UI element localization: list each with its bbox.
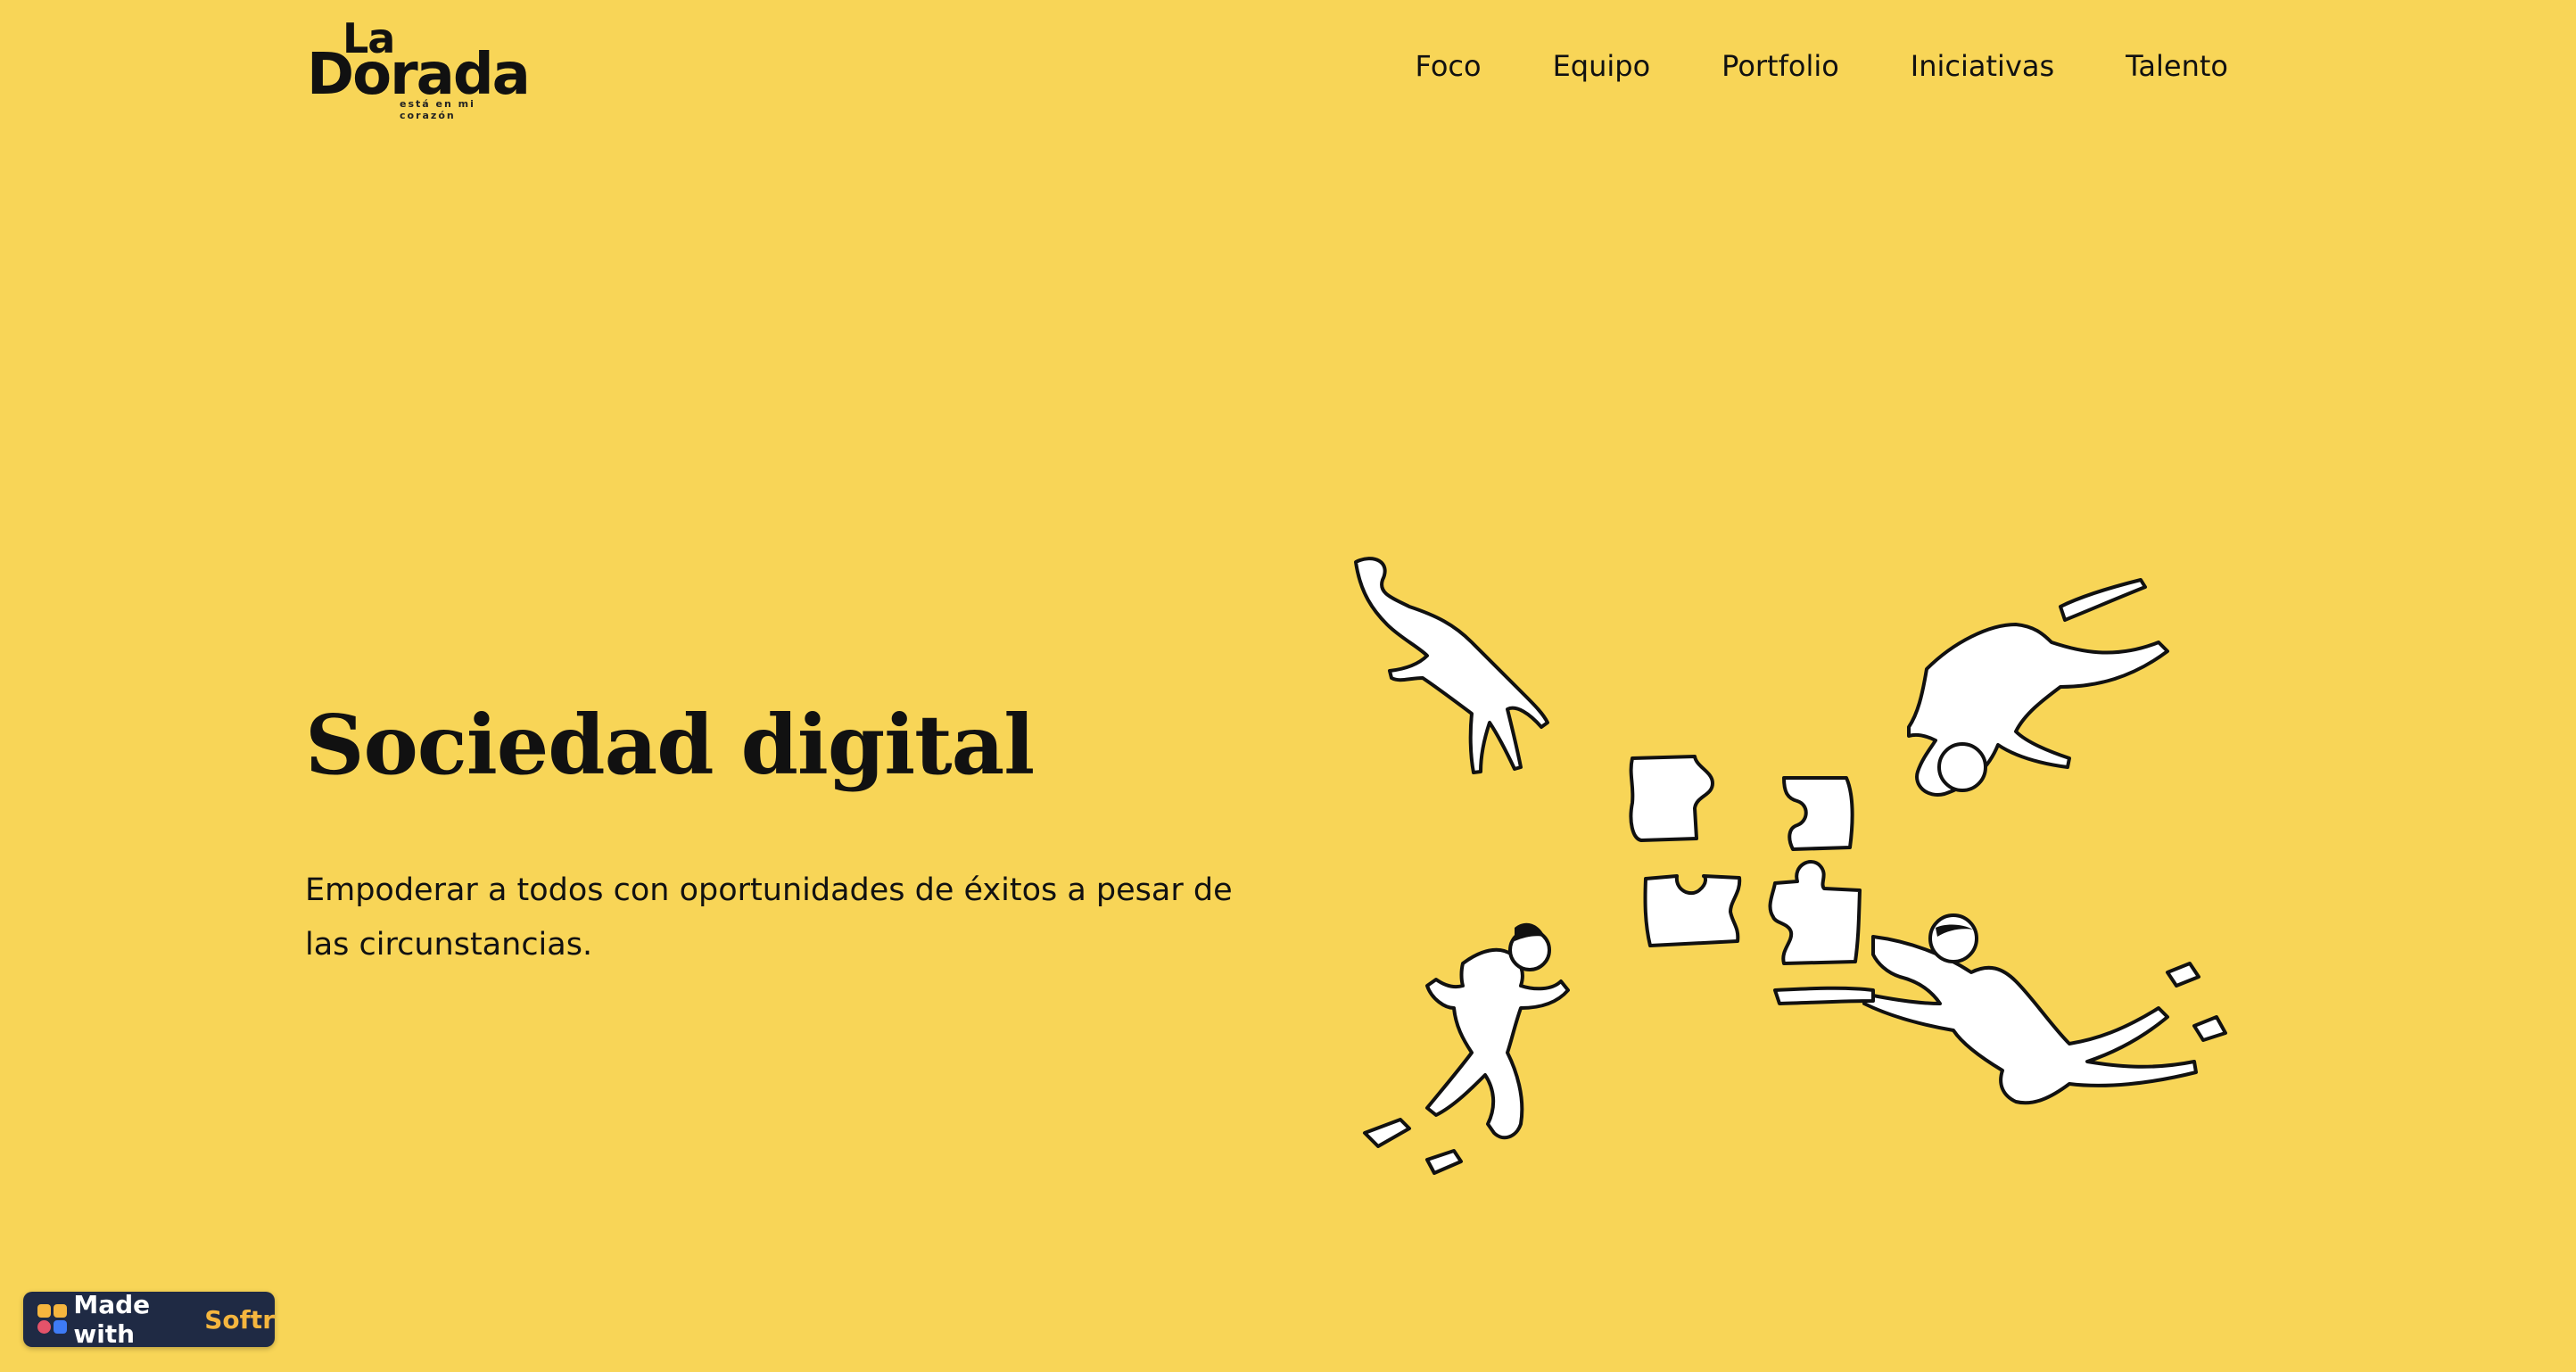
puzzle-piece-2 xyxy=(1782,776,1854,851)
nav-item-talento[interactable]: Talento xyxy=(2126,45,2228,87)
puzzle-piece-4 xyxy=(1768,860,1862,965)
puzzle-piece-3 xyxy=(1643,874,1742,947)
site-header: La Dorada está en mi corazón Foco Equipo… xyxy=(0,0,2576,134)
hero-title: Sociedad digital xyxy=(305,697,1035,793)
nav-item-portfolio[interactable]: Portfolio xyxy=(1721,45,1839,87)
nav-item-iniciativas[interactable]: Iniciativas xyxy=(1911,45,2054,87)
logo-tagline: está en mi corazón xyxy=(400,98,475,121)
person-bottom-left xyxy=(1363,929,1570,1175)
softr-logo-icon xyxy=(37,1304,67,1335)
nav-item-equipo[interactable]: Equipo xyxy=(1553,45,1651,87)
logo-word-text: Dorada xyxy=(307,42,531,108)
puzzle-team-illustration xyxy=(1354,557,2227,1175)
person-top-right xyxy=(1907,578,2169,797)
la-dorada-logo[interactable]: La Dorada está en mi corazón xyxy=(307,18,531,121)
cat-figure xyxy=(1354,557,1549,774)
nav-item-foco[interactable]: Foco xyxy=(1416,45,1482,87)
badge-prefix-text: Made with xyxy=(73,1290,151,1349)
puzzle-piece-1 xyxy=(1629,755,1714,842)
hero-description: Empoderar a todos con oportunidades de é… xyxy=(305,872,1233,963)
badge-brand-text: Softr xyxy=(204,1304,275,1335)
main-nav: Foco Equipo Portfolio Iniciativas Talent… xyxy=(1344,45,2228,87)
made-with-softr-badge[interactable]: Made with Softr xyxy=(23,1290,275,1349)
